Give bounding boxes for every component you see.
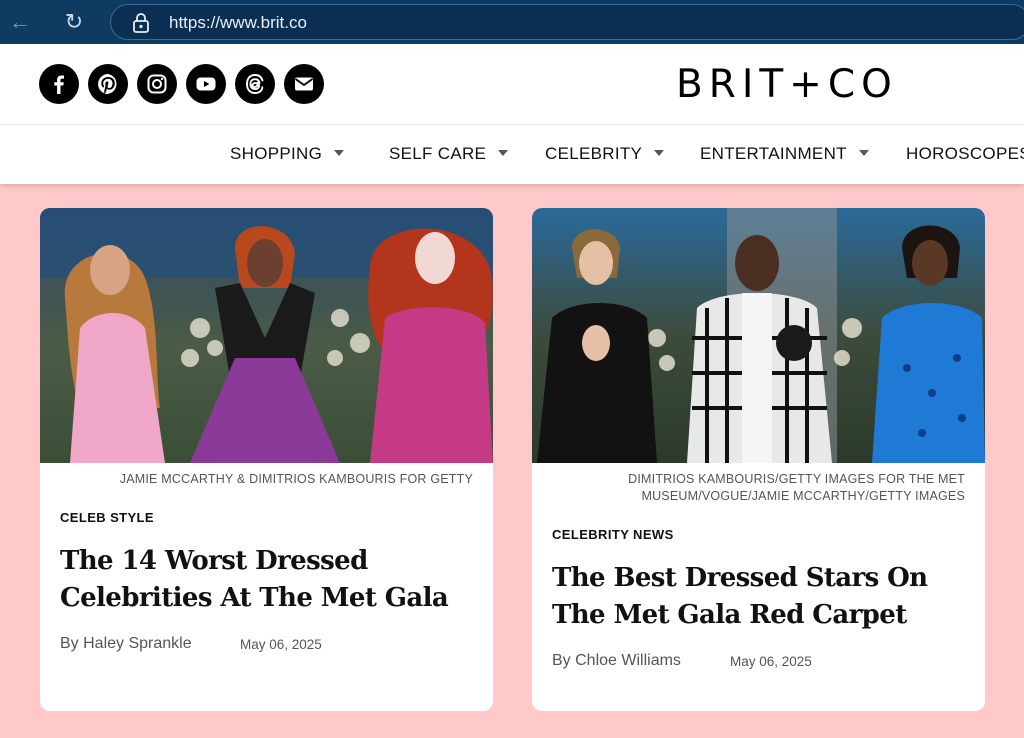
threads-icon[interactable]	[235, 64, 275, 104]
site-logo[interactable]: BRIT+CO	[676, 62, 898, 107]
reload-icon[interactable]: ↻	[60, 8, 88, 36]
article-headline[interactable]: The Best Dressed Stars On The Met Gala R…	[552, 560, 972, 634]
article-author[interactable]: By Chloe Williams	[552, 652, 681, 670]
article-date: May 06, 2025	[240, 637, 322, 652]
menu-item-label: HOROSCOPES	[906, 144, 1024, 163]
article-card[interactable]: JAMIE MCCARTHY & DIMITRIOS KAMBOURIS FOR…	[40, 208, 493, 711]
caret-down-icon	[858, 149, 869, 156]
article-card[interactable]: DIMITRIOS KAMBOURIS/GETTY IMAGES FOR THE…	[532, 208, 985, 711]
pinterest-icon[interactable]	[88, 64, 128, 104]
menu-item-label: ENTERTAINMENT	[700, 144, 847, 163]
menu-item-label: SELF CARE	[389, 144, 487, 163]
caret-down-icon	[334, 149, 345, 156]
menu-item-shopping[interactable]: SHOPPING	[230, 144, 345, 164]
menu-item-label: CELEBRITY	[545, 144, 643, 163]
browser-toolbar: ← ↻ https://www.brit.co	[0, 0, 1024, 44]
facebook-icon[interactable]	[39, 64, 79, 104]
article-photo[interactable]	[532, 208, 985, 463]
menu-item-label: SHOPPING	[230, 144, 323, 163]
article-category[interactable]: CELEB STYLE	[60, 510, 154, 525]
menu-item-entertainment[interactable]: ENTERTAINMENT	[700, 144, 869, 164]
email-icon[interactable]	[284, 64, 324, 104]
back-arrow-icon[interactable]: ←	[6, 8, 34, 36]
instagram-icon[interactable]	[137, 64, 177, 104]
site-header: BRIT+CO	[0, 44, 1024, 124]
main-navigation: SHOPPING SELF CARE CELEBRITY ENTERTAINME…	[0, 124, 1024, 184]
lock-icon	[133, 13, 149, 33]
menu-item-self-care[interactable]: SELF CARE	[389, 144, 509, 164]
caret-down-icon	[654, 149, 665, 156]
article-photo[interactable]	[40, 208, 493, 463]
article-author[interactable]: By Haley Sprankle	[60, 635, 192, 653]
photo-credit: JAMIE MCCARTHY & DIMITRIOS KAMBOURIS FOR…	[119, 472, 473, 486]
menu-item-celebrity[interactable]: CELEBRITY	[545, 144, 665, 164]
url-text: https://www.brit.co	[169, 13, 307, 32]
address-bar[interactable]: https://www.brit.co	[110, 4, 1024, 40]
caret-down-icon	[498, 149, 509, 156]
article-headline[interactable]: The 14 Worst Dressed Celebrities At The …	[60, 543, 480, 617]
menu-item-horoscopes[interactable]: HOROSCOPES	[906, 144, 1024, 164]
article-category[interactable]: CELEBRITY NEWS	[552, 527, 674, 542]
photo-credit: DIMITRIOS KAMBOURIS/GETTY IMAGES FOR THE…	[628, 472, 965, 503]
article-date: May 06, 2025	[730, 654, 812, 669]
youtube-icon[interactable]	[186, 64, 226, 104]
